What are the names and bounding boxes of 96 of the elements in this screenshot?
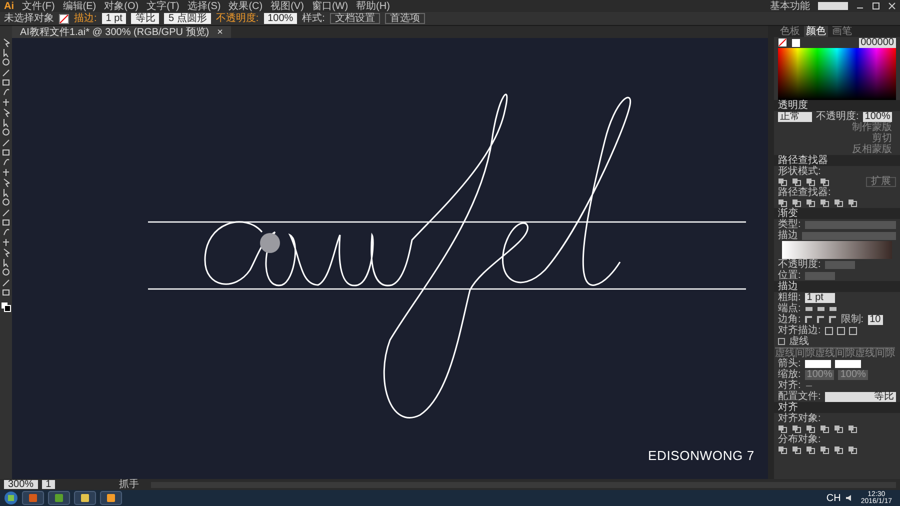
input-field[interactable]: 100% <box>862 112 892 122</box>
dash-field-label: 虚线 <box>855 347 875 358</box>
control-label: 描边: <box>74 13 97 24</box>
tool-icon[interactable] <box>2 98 10 107</box>
dash-field-label: 间隙 <box>835 347 855 358</box>
taskbar-app-icon[interactable] <box>74 491 96 505</box>
toolbar-button[interactable]: 首选项 <box>384 13 425 24</box>
panel-tab[interactable]: 色板 <box>778 26 802 37</box>
input-field[interactable] <box>804 272 835 280</box>
stroke-swatch[interactable] <box>792 38 800 46</box>
start-button-icon[interactable] <box>4 491 18 505</box>
field-label: 描边 <box>778 230 798 241</box>
tab-title: AI教程文件1.ai* @ 300% (RGB/GPU 预览) <box>20 26 210 38</box>
document-tab[interactable]: AI教程文件1.ai* @ 300% (RGB/GPU 预览) × <box>12 26 231 38</box>
field-label: 边角: <box>778 314 801 325</box>
close-tab-button[interactable]: × <box>217 26 223 38</box>
dropdown-field[interactable]: 等比 <box>131 13 160 24</box>
menu-item[interactable]: 视图(V) <box>270 0 304 12</box>
panel-tab[interactable]: 颜色 <box>804 26 828 37</box>
dropdown-field[interactable]: 5 点圆形 <box>164 13 211 24</box>
field-label: 缩放: <box>778 369 801 380</box>
menu-item[interactable]: 帮助(H) <box>356 0 390 12</box>
checkbox[interactable] <box>778 338 785 345</box>
taskbar-app-icon[interactable] <box>100 491 122 505</box>
panel-tab[interactable]: 画笔 <box>830 26 854 37</box>
arrowhead-dropdown[interactable] <box>804 360 831 368</box>
expand-button[interactable]: 扩展 <box>866 177 896 187</box>
language-indicator[interactable]: CH <box>826 492 841 504</box>
field-label: 粗细: <box>778 292 801 303</box>
menu-item[interactable]: 效果(C) <box>228 0 263 12</box>
panel-title: 路径查找器 <box>778 155 828 166</box>
panel-title: 透明度 <box>778 100 808 111</box>
field-label: 配置文件: <box>778 391 821 402</box>
arrowhead-dropdown[interactable] <box>834 360 861 368</box>
control-label: 不透明度: <box>216 13 259 24</box>
input-field[interactable]: 1 pt <box>804 292 835 302</box>
dash-field-label: 间隙 <box>795 347 815 358</box>
field-label: 类型: <box>778 219 801 230</box>
field-label: 路径查找器: <box>778 187 831 198</box>
fill-swatch-icon[interactable] <box>778 38 788 47</box>
field-label: 对齐对象: <box>778 413 821 424</box>
search-field[interactable] <box>818 2 848 10</box>
menu-item[interactable]: 窗口(W) <box>312 0 348 12</box>
color-spectrum[interactable] <box>778 48 896 100</box>
field-label: 虚线 <box>789 336 809 347</box>
menu-item[interactable]: 文字(T) <box>146 0 180 12</box>
control-label: 样式: <box>302 13 325 24</box>
app-logo: Ai <box>4 0 14 12</box>
status-text: 抓手 <box>119 479 140 490</box>
fill-stroke-icon[interactable] <box>1 302 11 312</box>
close-icon[interactable] <box>888 2 896 10</box>
dropdown-field[interactable]: 1 pt <box>102 13 126 24</box>
mask-button[interactable]: 剪切 <box>868 133 896 144</box>
input-field[interactable]: 000000 <box>858 38 896 48</box>
menu-item[interactable]: 文件(F) <box>22 0 55 12</box>
panel-title: 渐变 <box>778 208 798 219</box>
menu-item[interactable]: 对象(O) <box>104 0 139 12</box>
signature-text: EDISONWONG 7 <box>648 449 754 463</box>
menu-item[interactable]: 选择(S) <box>187 0 221 12</box>
dash-field-label: 虚线 <box>815 347 835 358</box>
dropdown-field[interactable]: 100% <box>264 13 298 24</box>
panel-title: 描边 <box>778 281 798 292</box>
panel-title: 对齐 <box>778 402 798 413</box>
field-label: 箭头: <box>778 358 801 369</box>
field-label: 位置: <box>778 270 801 281</box>
field-label: 分布对象: <box>778 434 821 445</box>
field-label: 不透明度: <box>816 111 859 122</box>
speaker-icon[interactable] <box>844 494 853 502</box>
taskbar-app-icon[interactable] <box>48 491 70 505</box>
menu-item[interactable]: 编辑(E) <box>62 0 96 12</box>
tool-icon[interactable] <box>2 238 10 247</box>
field-label: 端点: <box>778 303 801 314</box>
field-label: 对齐描边: <box>778 325 821 336</box>
dash-field-label: 间隙 <box>875 347 895 358</box>
mask-button[interactable]: 制作蒙版 <box>848 122 896 133</box>
input-field[interactable] <box>804 220 896 228</box>
dash-field-label: 虚线 <box>775 347 795 358</box>
tool-icon[interactable] <box>2 168 10 177</box>
maximize-icon[interactable] <box>872 2 880 10</box>
artboard-field[interactable]: 1 <box>42 480 56 489</box>
field-label: 不透明度: <box>778 259 821 270</box>
field-label: 限制: <box>840 314 864 325</box>
workspace-switcher[interactable]: 基本功能 <box>770 0 810 12</box>
fill-swatch-icon[interactable] <box>59 14 69 24</box>
toolbar-button[interactable]: 文档设置 <box>330 13 380 24</box>
input-field[interactable]: 等比 <box>824 392 896 402</box>
input-field[interactable] <box>802 232 896 240</box>
mask-button[interactable]: 反相蒙版 <box>848 144 896 155</box>
input-field[interactable]: 10 <box>868 314 883 324</box>
zoom-field[interactable]: 300% <box>4 480 38 489</box>
input-field[interactable] <box>824 260 855 268</box>
control-label: 未选择对象 <box>4 13 54 24</box>
input-field[interactable]: 正常 <box>778 112 812 122</box>
field-label: 对齐: <box>778 380 801 391</box>
cursor-circle <box>260 233 280 253</box>
field-label: 形状模式: <box>778 166 821 177</box>
